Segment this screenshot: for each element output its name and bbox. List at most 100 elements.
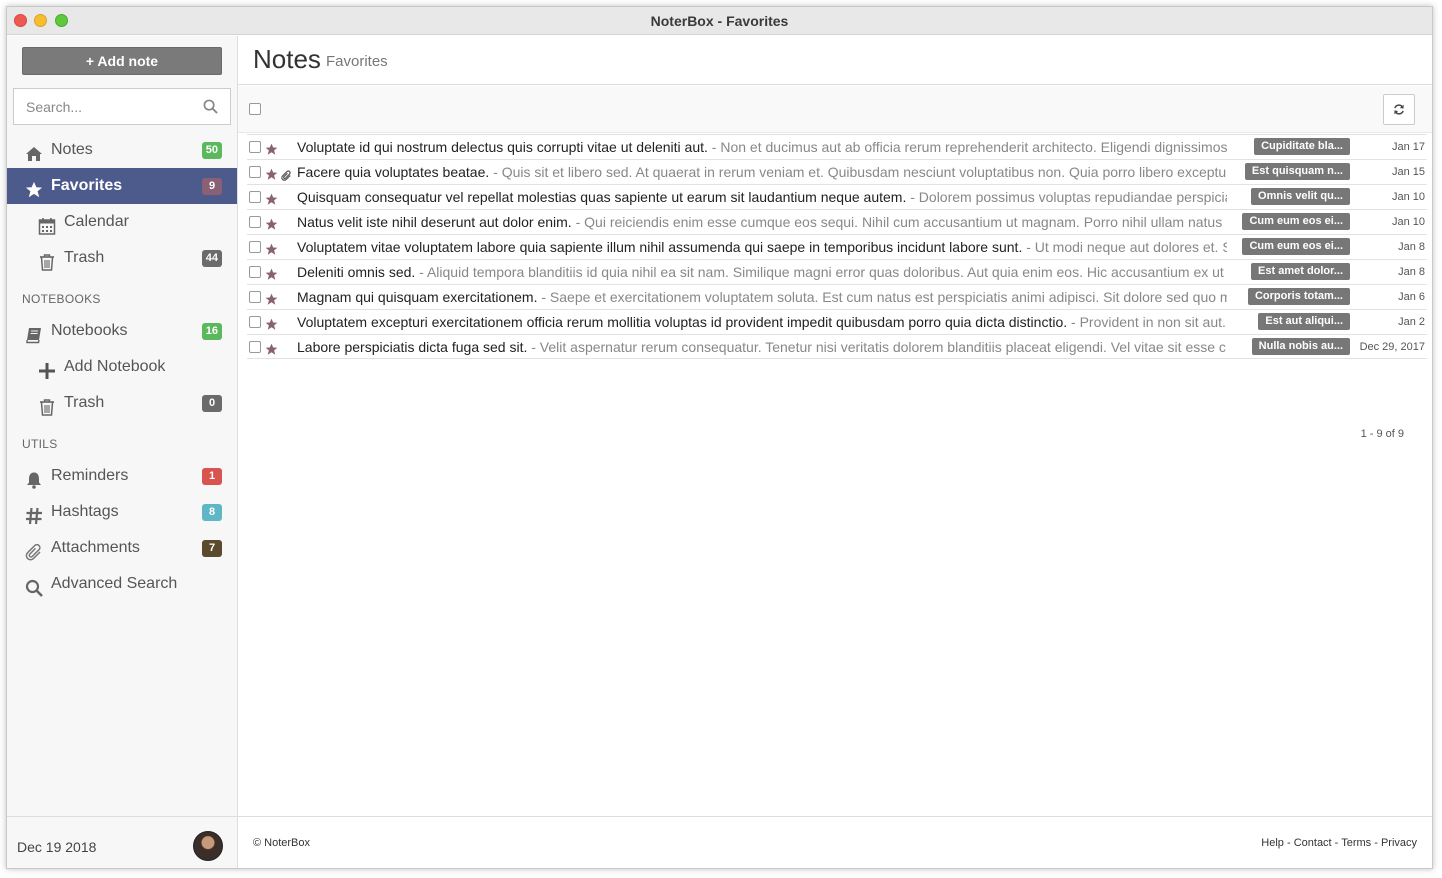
- notebook-tag[interactable]: Est aut aliqui...: [1258, 313, 1350, 330]
- sidebar-item-attachments[interactable]: Attachments 7: [7, 530, 237, 566]
- sidebar-item-calendar[interactable]: Calendar: [7, 204, 237, 240]
- note-checkbox[interactable]: [249, 316, 261, 328]
- note-checkbox[interactable]: [249, 191, 261, 203]
- window-title: NoterBox - Favorites: [650, 13, 789, 29]
- notebook-tag[interactable]: Est amet dolor...: [1251, 263, 1350, 280]
- sidebar-item-hashtags[interactable]: Hashtags 8: [7, 494, 237, 530]
- home-icon: [25, 141, 43, 161]
- sidebar-item-reminders[interactable]: Reminders 1: [7, 458, 237, 494]
- title-bar: NoterBox - Favorites: [7, 7, 1432, 35]
- note-text[interactable]: Magnam qui quisquam exercitationem. - Sa…: [297, 285, 1227, 309]
- sidebar-item-label: Notebooks: [51, 322, 128, 339]
- note-text[interactable]: Quisquam consequatur vel repellat molest…: [297, 185, 1227, 209]
- sidebar-item-notes[interactable]: Notes 50: [7, 132, 237, 168]
- sidebar-item-label: Calendar: [64, 213, 129, 230]
- sidebar-item-label: Hashtags: [51, 503, 119, 520]
- note-title: Labore perspiciatis dicta fuga sed sit.: [297, 339, 528, 355]
- star-icon: [25, 177, 43, 198]
- privacy-link[interactable]: Privacy: [1381, 837, 1417, 849]
- select-all-checkbox[interactable]: [249, 103, 261, 115]
- note-title: Deleniti omnis sed.: [297, 264, 416, 280]
- notebook-tag[interactable]: Cum eum eos ei...: [1242, 238, 1350, 255]
- note-text[interactable]: Voluptatem vitae voluptatem labore quia …: [297, 235, 1227, 259]
- note-title: Quisquam consequatur vel repellat molest…: [297, 189, 907, 205]
- note-date: Jan 10: [1391, 191, 1425, 203]
- plus-icon: [38, 358, 56, 379]
- favorites-count-badge: 9: [202, 178, 222, 195]
- page-footer: © NoterBox Help - Contact - Terms - Priv…: [238, 816, 1432, 868]
- note-text[interactable]: Labore perspiciatis dicta fuga sed sit. …: [297, 335, 1227, 359]
- note-checkbox[interactable]: [249, 216, 261, 228]
- note-row[interactable]: Natus velit iste nihil deserunt aut dolo…: [247, 209, 1427, 234]
- minimize-window-button[interactable]: [34, 14, 47, 27]
- sidebar-item-label: Trash: [64, 394, 105, 411]
- trash-icon: [38, 394, 56, 416]
- note-row[interactable]: Voluptatem excepturi exercitationem offi…: [247, 309, 1427, 334]
- note-date: Jan 2: [1398, 316, 1425, 328]
- notebooks-count-badge: 16: [201, 323, 222, 340]
- note-snippet: - Saepe et exercitationem voluptatem sol…: [537, 289, 1227, 305]
- close-window-button[interactable]: [14, 14, 27, 27]
- maximize-window-button[interactable]: [55, 14, 68, 27]
- calendar-icon: [38, 213, 56, 235]
- sidebar-item-trash[interactable]: Trash 44: [7, 240, 237, 276]
- note-row[interactable]: Facere quia voluptates beatae. - Quis si…: [247, 159, 1427, 184]
- page-header: Notes Favorites: [238, 36, 1432, 85]
- note-checkbox[interactable]: [249, 141, 261, 153]
- paperclip-icon: [25, 539, 43, 561]
- hashtag-icon: [25, 503, 43, 525]
- search-input[interactable]: [14, 89, 194, 124]
- note-checkbox[interactable]: [249, 241, 261, 253]
- note-checkbox[interactable]: [249, 166, 261, 178]
- note-row[interactable]: Deleniti omnis sed. - Aliquid tempora bl…: [247, 259, 1427, 284]
- note-date: Jan 8: [1398, 241, 1425, 253]
- notebook-tag[interactable]: Nulla nobis au...: [1251, 338, 1350, 355]
- note-row[interactable]: Magnam qui quisquam exercitationem. - Sa…: [247, 284, 1427, 309]
- bell-icon: [25, 467, 43, 489]
- search-icon[interactable]: [203, 99, 218, 119]
- star-icon[interactable]: [265, 339, 278, 363]
- sidebar-item-label: Attachments: [51, 539, 140, 556]
- note-date: Jan 17: [1391, 141, 1425, 153]
- note-text[interactable]: Deleniti omnis sed. - Aliquid tempora bl…: [297, 260, 1227, 284]
- avatar[interactable]: [193, 831, 223, 861]
- note-row[interactable]: Voluptatem vitae voluptatem labore quia …: [247, 234, 1427, 259]
- hashtags-count-badge: 8: [202, 504, 222, 521]
- note-checkbox[interactable]: [249, 341, 261, 353]
- sidebar-footer: Dec 19 2018: [7, 816, 237, 868]
- note-text[interactable]: Voluptatem excepturi exercitationem offi…: [297, 310, 1227, 334]
- note-text[interactable]: Natus velit iste nihil deserunt aut dolo…: [297, 210, 1227, 234]
- app-window: NoterBox - Favorites + Add note Notes 50…: [6, 6, 1433, 869]
- pagination-info: 1 - 9 of 9: [1360, 428, 1404, 440]
- sidebar-item-notebook-trash[interactable]: Trash 0: [7, 385, 237, 421]
- note-snippet: - Non et ducimus aut ab officia rerum re…: [707, 139, 1227, 155]
- contact-link[interactable]: Contact: [1294, 837, 1332, 849]
- sidebar-item-favorites[interactable]: Favorites 9: [7, 168, 237, 204]
- refresh-button[interactable]: [1383, 94, 1415, 125]
- note-row[interactable]: Labore perspiciatis dicta fuga sed sit. …: [247, 334, 1427, 359]
- sidebar-item-advanced-search[interactable]: Advanced Search: [7, 566, 237, 602]
- sidebar-item-add-notebook[interactable]: Add Notebook: [7, 349, 237, 385]
- note-checkbox[interactable]: [249, 266, 261, 278]
- note-text[interactable]: Facere quia voluptates beatae. - Quis si…: [297, 160, 1227, 184]
- notebook-tag[interactable]: Est quisquam n...: [1244, 163, 1350, 180]
- footer-links: Help - Contact - Terms - Privacy: [1261, 837, 1417, 849]
- notebook-tag[interactable]: Cupiditate bla...: [1254, 138, 1350, 155]
- note-date: Jan 8: [1398, 266, 1425, 278]
- copyright: © NoterBox: [253, 837, 311, 849]
- add-note-button[interactable]: + Add note: [22, 47, 222, 75]
- notebook-tag[interactable]: Corporis totam...: [1247, 288, 1350, 305]
- sidebar-item-notebooks[interactable]: Notebooks 16: [7, 313, 237, 349]
- sidebar-item-label: Advanced Search: [51, 575, 178, 592]
- note-text[interactable]: Voluptate id qui nostrum delectus quis c…: [297, 135, 1227, 159]
- notebook-tag[interactable]: Omnis velit qu...: [1251, 188, 1350, 205]
- note-checkbox[interactable]: [249, 291, 261, 303]
- help-link[interactable]: Help: [1261, 837, 1284, 849]
- note-row[interactable]: Quisquam consequatur vel repellat molest…: [247, 184, 1427, 209]
- note-row[interactable]: Voluptate id qui nostrum delectus quis c…: [247, 134, 1427, 159]
- terms-link[interactable]: Terms: [1341, 837, 1371, 849]
- note-title: Voluptatem vitae voluptatem labore quia …: [297, 239, 1023, 255]
- note-title: Voluptatem excepturi exercitationem offi…: [297, 314, 1068, 330]
- page-subtitle: Favorites: [326, 53, 388, 70]
- notebook-tag[interactable]: Cum eum eos ei...: [1242, 213, 1350, 230]
